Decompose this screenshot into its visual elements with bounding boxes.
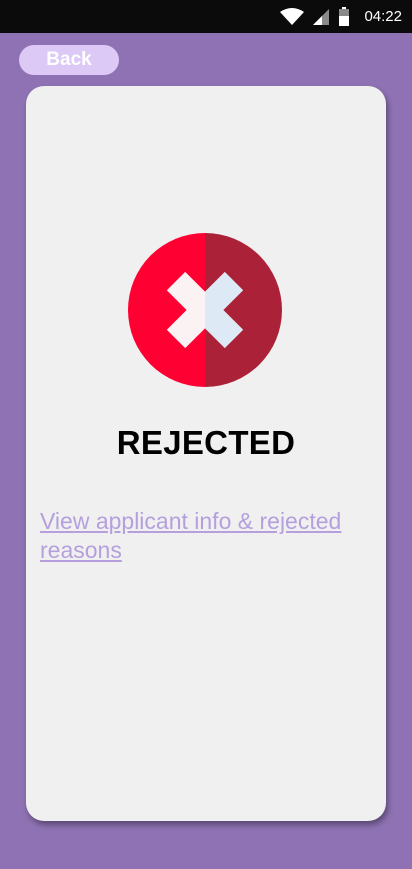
status-icons: 04:22	[280, 0, 402, 33]
view-applicant-info-link[interactable]: View applicant info & rejected reasons	[40, 507, 370, 565]
wifi-icon	[280, 7, 305, 25]
status-bar: 04:22	[0, 0, 412, 33]
back-button[interactable]: Back	[19, 45, 119, 75]
rejected-x-circle-icon	[128, 233, 282, 387]
status-title: REJECTED	[116, 424, 296, 461]
status-time: 04:22	[364, 8, 402, 25]
signal-icon	[313, 8, 330, 25]
result-card: REJECTED View applicant info & rejected …	[26, 86, 386, 821]
battery-icon	[339, 6, 350, 26]
